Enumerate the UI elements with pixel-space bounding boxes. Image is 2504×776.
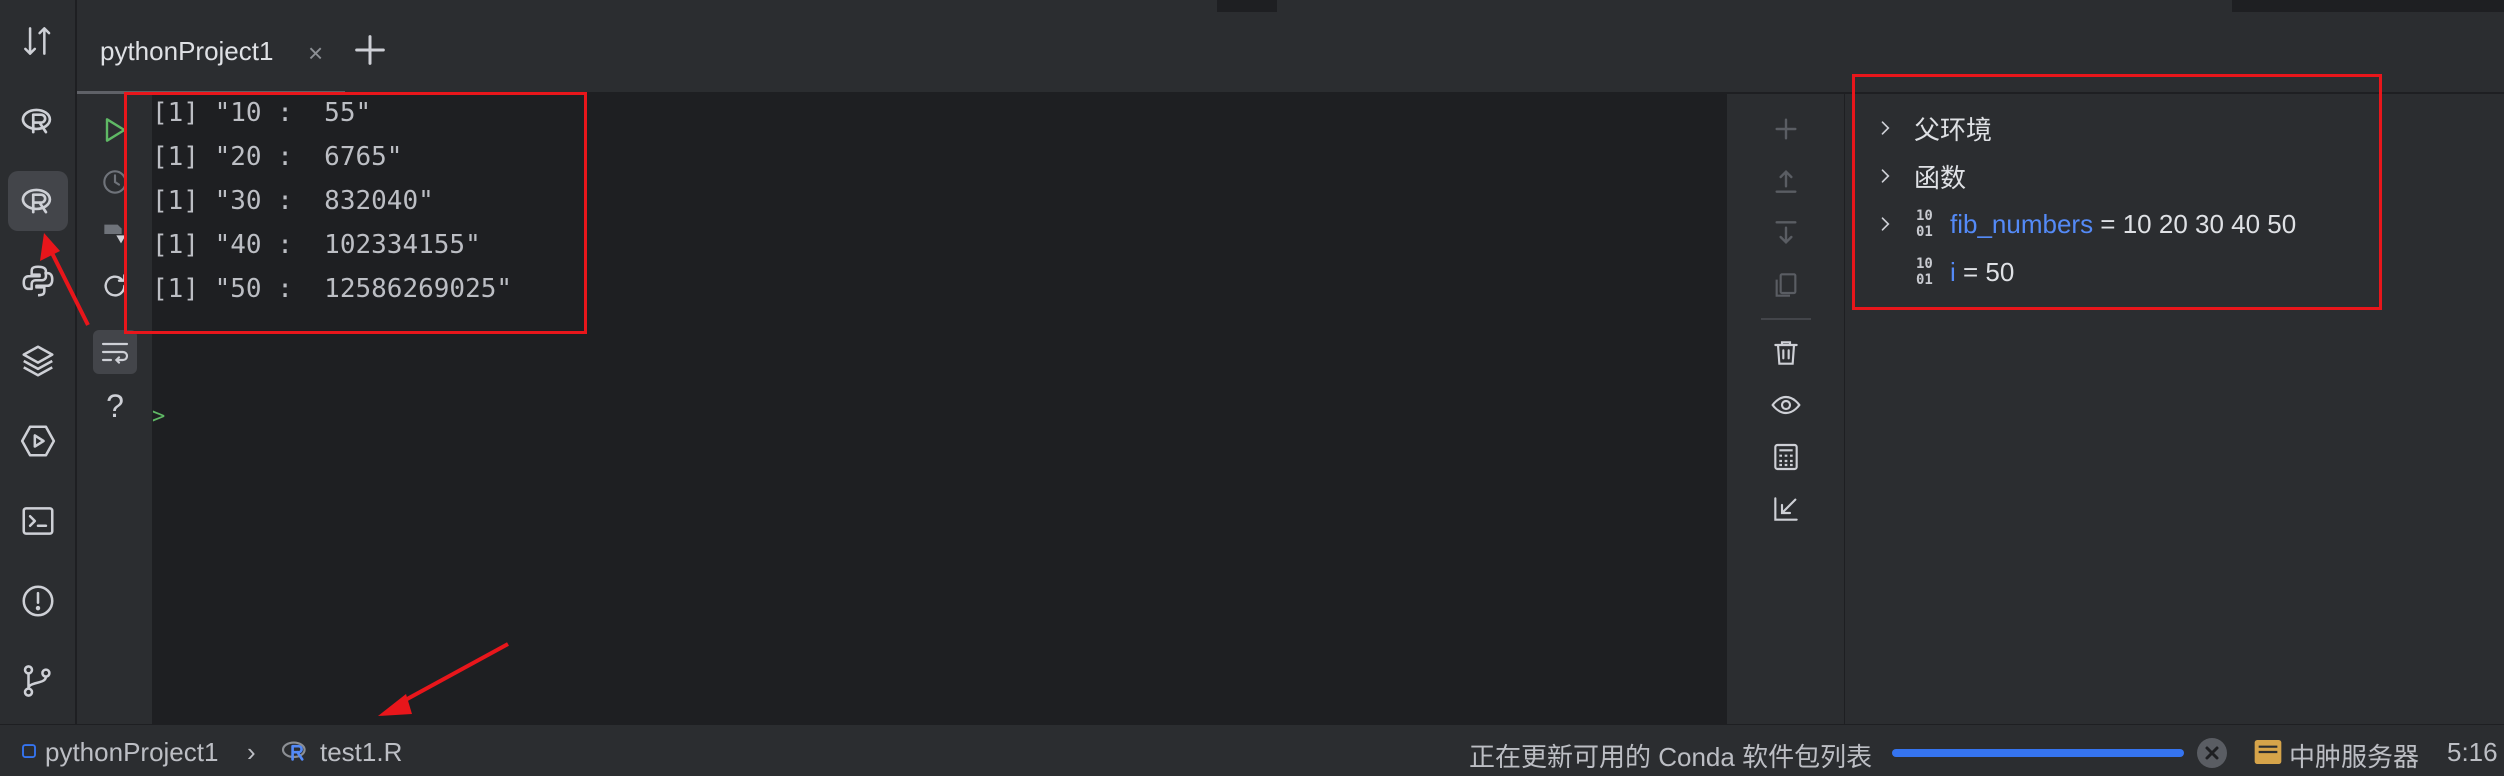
delete-icon[interactable]: [1763, 330, 1809, 376]
terminal-icon[interactable]: [8, 491, 68, 551]
problems-icon[interactable]: [8, 571, 68, 631]
breadcrumb-project[interactable]: pythonProject1: [45, 737, 218, 768]
annotation-arrow-down-icon: [378, 642, 509, 716]
git-icon[interactable]: [8, 651, 68, 711]
add-tab-icon[interactable]: [350, 30, 390, 70]
cursor-position[interactable]: 5:16: [2447, 737, 2498, 768]
cancel-task-button[interactable]: [2197, 738, 2227, 768]
tab-label: pythonProject1: [100, 36, 274, 66]
toolbar-separator: [1761, 318, 1811, 320]
console-prompt[interactable]: >: [152, 404, 165, 429]
breadcrumb-file[interactable]: test1.R: [320, 737, 402, 768]
variables-toolbar: [1726, 94, 1845, 724]
close-icon: [2205, 746, 2219, 760]
calculator-icon[interactable]: [1763, 434, 1809, 480]
deployment-server[interactable]: 中肿服务器: [2289, 737, 2419, 774]
highlight-box-console: [124, 92, 587, 334]
annotation-arrow-up-icon: [40, 233, 90, 326]
collapse-icon[interactable]: [1763, 486, 1809, 532]
copy-icon[interactable]: [1763, 262, 1809, 308]
sort-arrows-icon[interactable]: [8, 11, 68, 71]
breadcrumb-separator: ›: [247, 737, 256, 767]
status-bar: pythonProject1 › test1.R 正在更新可用的 Conda 软…: [0, 724, 2504, 776]
r-console-icon[interactable]: [8, 171, 68, 231]
background-task-text[interactable]: 正在更新可用的 Conda 软件包列表: [1469, 737, 1872, 774]
r-logo-icon[interactable]: [8, 91, 68, 151]
down-icon[interactable]: [1763, 210, 1809, 256]
task-progress-bar: [1892, 749, 2184, 757]
soft-wrap-icon[interactable]: [93, 330, 137, 374]
up-icon[interactable]: [1763, 158, 1809, 204]
sftp-icon: [2254, 740, 2282, 764]
watch-icon[interactable]: [1763, 382, 1809, 428]
tab-close-icon[interactable]: ×: [308, 38, 323, 69]
left-toolbar: [0, 0, 76, 724]
r-file-icon: [281, 741, 306, 761]
layers-icon[interactable]: [8, 331, 68, 391]
highlight-box-variables: [1852, 74, 2382, 310]
run-services-icon[interactable]: [8, 411, 68, 471]
tab-pythonproject1[interactable]: pythonProject1 ×: [77, 12, 345, 96]
add-icon[interactable]: [1763, 106, 1809, 152]
top-stripe: [77, 0, 2504, 12]
help-icon[interactable]: ?: [93, 384, 137, 428]
project-icon: [22, 744, 36, 758]
